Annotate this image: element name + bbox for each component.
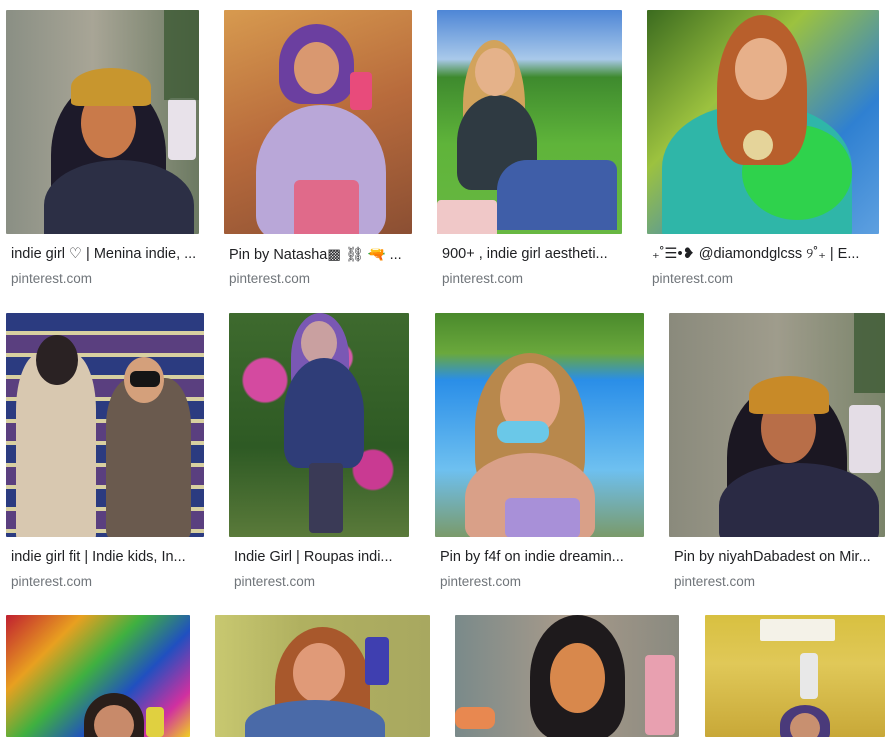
result-source: pinterest.com — [11, 574, 93, 589]
result-title[interactable]: indie girl ♡ | Menina indie, ... — [11, 246, 201, 262]
result-source: pinterest.com — [674, 574, 756, 589]
result-title[interactable]: Pin by niyahDabadest on Mir... — [674, 549, 884, 565]
result-thumbnail[interactable] — [669, 313, 885, 537]
image-result-card[interactable] — [705, 615, 890, 737]
result-thumbnail[interactable] — [705, 615, 885, 737]
image-result-card[interactable]: indie girl ♡ | Menina indie, ... pintere… — [6, 10, 206, 290]
result-source: pinterest.com — [442, 271, 524, 286]
image-result-card[interactable] — [6, 615, 196, 737]
result-source: pinterest.com — [229, 271, 311, 286]
result-title[interactable]: Pin by f4f on indie dreamin... — [440, 549, 640, 565]
result-source: pinterest.com — [11, 271, 93, 286]
image-result-card[interactable]: indie girl fit | Indie kids, In... pinte… — [6, 313, 216, 593]
result-thumbnail[interactable] — [6, 10, 199, 234]
result-thumbnail[interactable] — [224, 10, 412, 234]
result-source: pinterest.com — [234, 574, 316, 589]
result-source: pinterest.com — [440, 574, 522, 589]
result-thumbnail[interactable] — [435, 313, 644, 537]
result-thumbnail[interactable] — [455, 615, 679, 737]
result-thumbnail[interactable] — [229, 313, 409, 537]
result-thumbnail[interactable] — [215, 615, 430, 737]
result-thumbnail[interactable] — [647, 10, 879, 234]
result-thumbnail[interactable] — [437, 10, 622, 234]
result-title[interactable]: Indie Girl | Roupas indi... — [234, 549, 419, 565]
result-title[interactable]: Pin by Natasha▩ ⛓ 🔫 ... — [229, 246, 414, 263]
image-result-card[interactable]: Pin by f4f on indie dreamin... pinterest… — [435, 313, 655, 593]
image-result-card[interactable]: 900+ , indie girl aestheti... pinterest.… — [437, 10, 637, 290]
image-result-card[interactable] — [455, 615, 685, 737]
result-thumbnail[interactable] — [6, 615, 190, 737]
result-thumbnail[interactable] — [6, 313, 204, 537]
image-result-card[interactable]: Pin by Natasha▩ ⛓ 🔫 ... pinterest.com — [224, 10, 424, 290]
result-source: pinterest.com — [652, 271, 734, 286]
image-result-card[interactable]: Indie Girl | Roupas indi... pinterest.co… — [229, 313, 424, 593]
result-title[interactable]: 900+ , indie girl aestheti... — [442, 246, 627, 262]
image-result-card[interactable]: Pin by niyahDabadest on Mir... pinterest… — [669, 313, 890, 593]
image-result-card[interactable] — [215, 615, 435, 737]
image-result-card[interactable]: ₊˚☰•❥ @diamondglcss ୨˚₊ | E... pinterest… — [647, 10, 887, 290]
result-title[interactable]: indie girl fit | Indie kids, In... — [11, 549, 209, 565]
result-title[interactable]: ₊˚☰•❥ @diamondglcss ୨˚₊ | E... — [652, 246, 877, 262]
